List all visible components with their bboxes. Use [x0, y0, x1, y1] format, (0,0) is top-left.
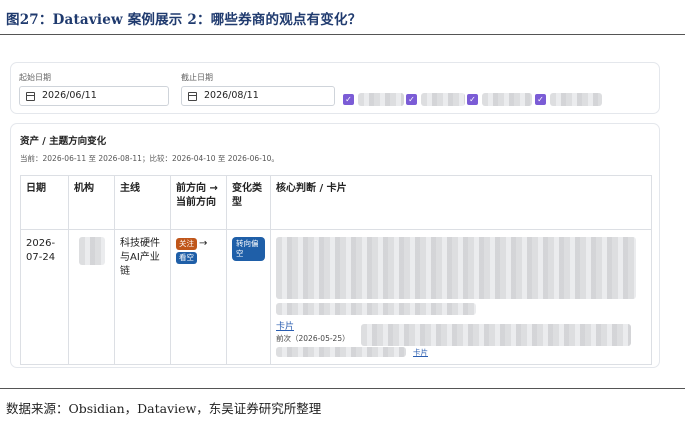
bottom-rule: [0, 388, 685, 389]
cell-direction: 关注 → 看空: [170, 229, 227, 365]
start-date-label: 起始日期: [19, 73, 51, 82]
table-row: 2026-07-24 科技硬件与AI产业链 关注 → 看空 转向偏空 卡片 前次…: [20, 229, 652, 365]
column-header-core-judgment: 核心判断 / 卡片: [270, 175, 652, 230]
blurred-judgment-text: [276, 303, 476, 315]
end-date-label: 截止日期: [181, 73, 213, 82]
card-link[interactable]: 卡片: [276, 322, 294, 332]
top-rule: [0, 34, 685, 35]
direction-arrow: →: [199, 238, 208, 249]
column-header-date: 日期: [20, 175, 69, 230]
calendar-icon: [188, 92, 197, 101]
direction-change-card: 资产 / 主题方向变化 当前：2026-06-11 至 2026-08-11；比…: [10, 123, 660, 368]
card-title: 资产 / 主题方向变化: [20, 136, 107, 147]
filter-checkbox[interactable]: ✓: [467, 94, 478, 105]
change-type-badge: 转向偏空: [232, 237, 265, 261]
cell-date: 2026-07-24: [20, 229, 69, 365]
blurred-previous-text: [361, 324, 631, 346]
cell-institution: [68, 229, 115, 365]
start-date-input[interactable]: 2026/06/11: [19, 86, 169, 106]
filter-checkbox[interactable]: ✓: [535, 94, 546, 105]
figure-title: 图27：Dataview 案例展示 2：哪些券商的观点有变化？: [6, 12, 362, 28]
blurred-filter-label: [421, 93, 465, 106]
date-filter-panel: 起始日期 2026/06/11 截止日期 2026/08/11 ✓ ✓ ✓ ✓: [10, 62, 660, 114]
previous-card-link[interactable]: 卡片: [413, 346, 428, 360]
cell-mainline: 科技硬件与AI产业链: [114, 229, 171, 365]
blurred-previous-text: [276, 347, 406, 357]
blurred-institution-name: [79, 237, 105, 265]
calendar-icon: [26, 92, 35, 101]
direction-change-table: 日期 机构 主线 前方向 → 当前方向 变化类型 核心判断 / 卡片 2026-…: [20, 175, 652, 365]
current-direction-badge: 看空: [176, 252, 197, 264]
blurred-filter-label: [482, 93, 532, 106]
blurred-judgment-text: [276, 237, 636, 299]
filter-checkbox[interactable]: ✓: [406, 94, 417, 105]
filter-checkbox[interactable]: ✓: [343, 94, 354, 105]
end-date-value: 2026/08/11: [204, 90, 259, 101]
card-subtitle: 当前：2026-06-11 至 2026-08-11；比较：2026-04-10…: [20, 154, 279, 163]
figure-source: 数据来源：Obsidian，Dataview，东吴证券研究所整理: [6, 401, 322, 416]
column-header-mainline: 主线: [114, 175, 171, 230]
column-header-direction: 前方向 → 当前方向: [170, 175, 227, 230]
column-header-change-type: 变化类型: [226, 175, 271, 230]
cell-core-judgment: 卡片 前次（2026-05-25） 卡片: [270, 229, 652, 365]
end-date-input[interactable]: 2026/08/11: [181, 86, 335, 106]
start-date-value: 2026/06/11: [42, 90, 97, 101]
prev-direction-badge: 关注: [176, 238, 197, 250]
cell-change-type: 转向偏空: [226, 229, 271, 365]
blurred-filter-label: [358, 93, 404, 106]
previous-entry-label: 前次（2026-05-25）: [276, 334, 350, 343]
blurred-filter-label: [550, 93, 602, 106]
column-header-institution: 机构: [68, 175, 115, 230]
table-header-row: 日期 机构 主线 前方向 → 当前方向 变化类型 核心判断 / 卡片: [20, 175, 652, 230]
